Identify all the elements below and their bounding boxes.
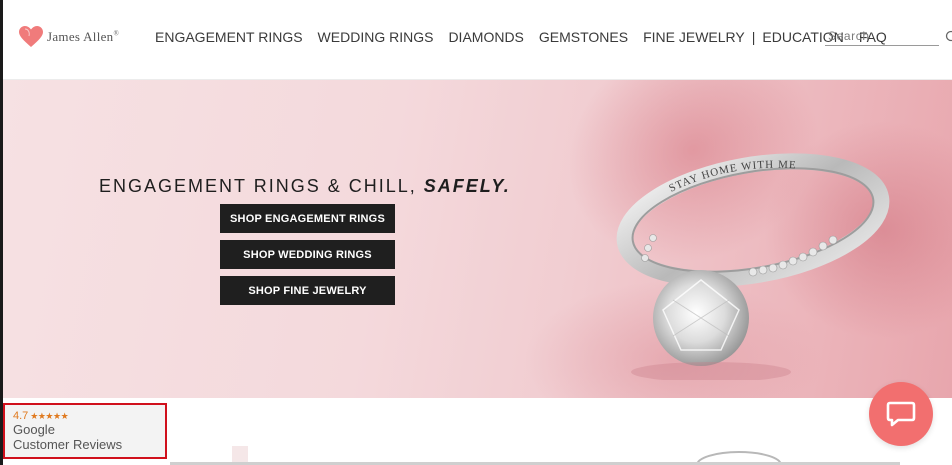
brand-logo[interactable]: James Allen® (19, 26, 119, 48)
chat-button[interactable] (869, 382, 933, 446)
search-input[interactable] (825, 28, 941, 44)
nav-fine-jewelry[interactable]: FINE JEWELRY (643, 29, 745, 45)
rating-stars-icon: ★★★★★ (30, 410, 69, 421)
nav-engagement-rings[interactable]: ENGAGEMENT RINGS (155, 29, 303, 45)
site-header: James Allen® ENGAGEMENT RINGS WEDDING RI… (3, 0, 952, 80)
review-rating: 4.7 ★★★★★ (13, 410, 165, 422)
nav-wedding-rings[interactable]: WEDDING RINGS (318, 29, 434, 45)
review-label: Customer Reviews (13, 437, 123, 452)
heart-logo-icon (19, 26, 43, 47)
shop-wedding-rings-button[interactable]: SHOP WEDDING RINGS (220, 240, 395, 269)
nav-diamonds[interactable]: DIAMONDS (448, 29, 523, 45)
rating-value: 4.7 (13, 410, 29, 422)
hero-banner: ENGAGEMENT RINGS & CHILL, SAFELY. SHOP E… (3, 80, 952, 398)
brand-name: James Allen® (47, 29, 120, 44)
chat-bubble-icon (886, 401, 916, 427)
shop-engagement-rings-button[interactable]: SHOP ENGAGEMENT RINGS (220, 204, 395, 233)
google-review-badge[interactable]: 4.7 ★★★★★ Google Customer Reviews (3, 403, 167, 459)
nav-separator: | (751, 29, 756, 45)
nav-gemstones[interactable]: GEMSTONES (539, 29, 628, 45)
search-box (825, 27, 941, 46)
page: James Allen® ENGAGEMENT RINGS WEDDING RI… (0, 0, 952, 465)
search-icon[interactable] (945, 30, 952, 44)
main-nav: ENGAGEMENT RINGS WEDDING RINGS DIAMONDS … (155, 29, 895, 45)
review-source: Google (13, 422, 55, 437)
diamond-ring-image: STAY HOME WITH ME (616, 153, 890, 380)
hero-headline: ENGAGEMENT RINGS & CHILL, SAFELY. (99, 176, 511, 196)
shop-fine-jewelry-button[interactable]: SHOP FINE JEWELRY (220, 276, 395, 305)
